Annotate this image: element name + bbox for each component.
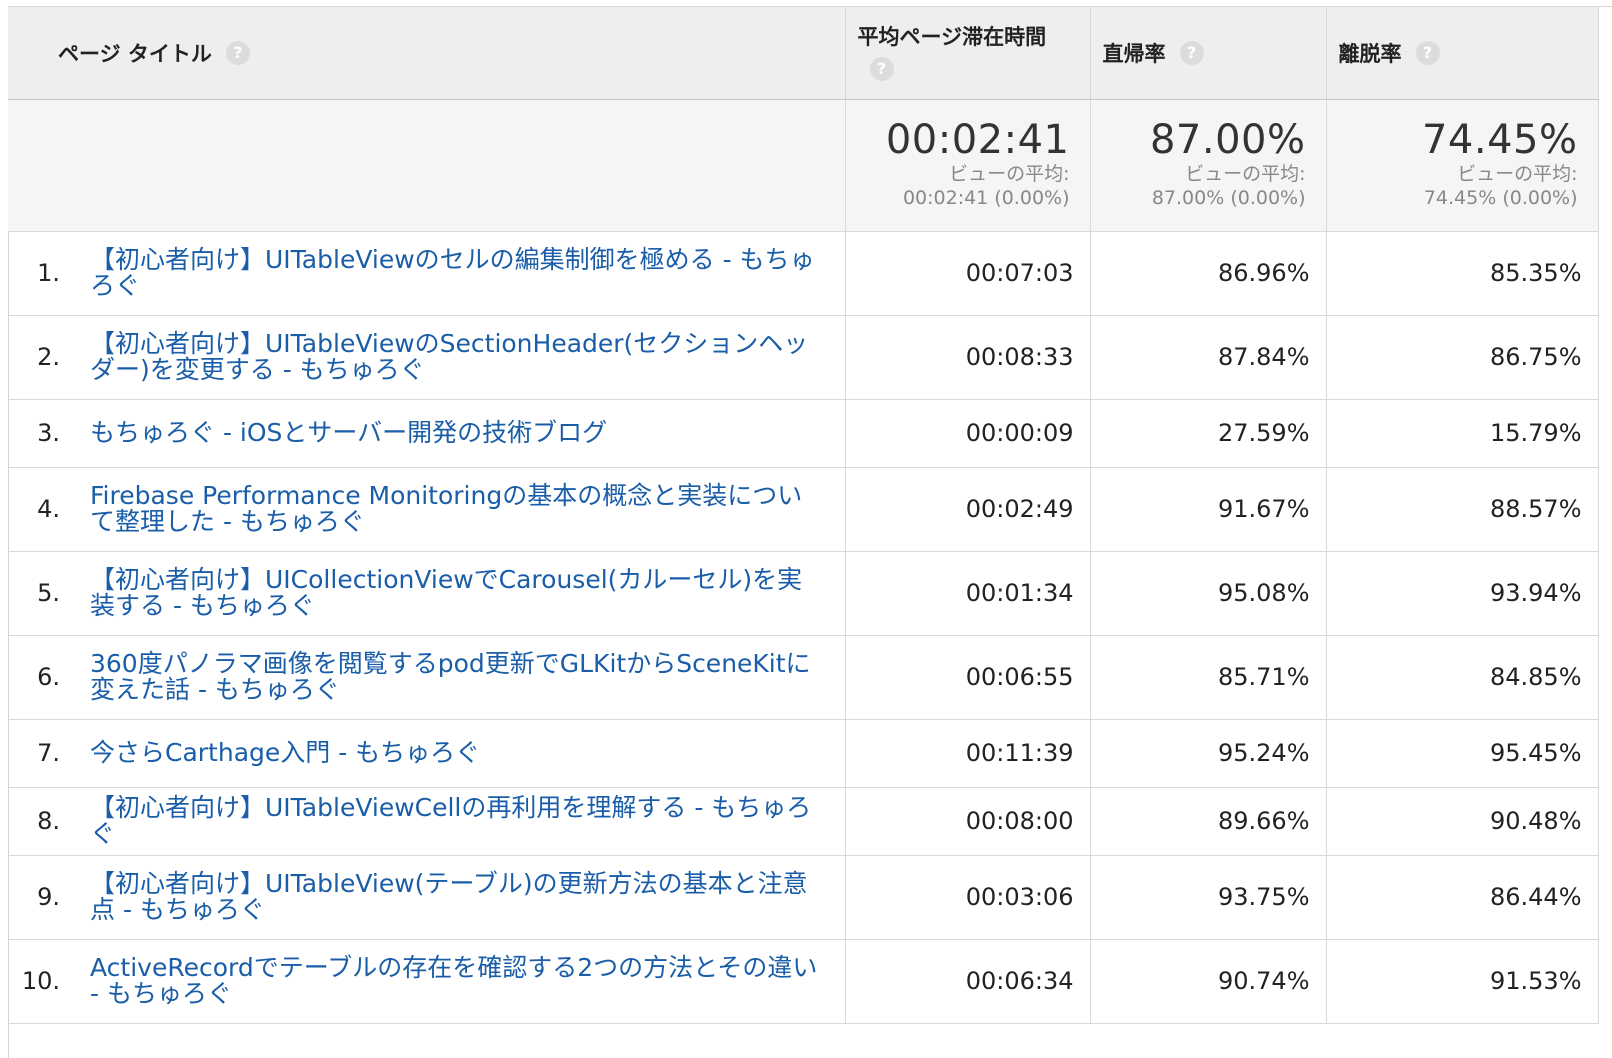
page-title-cell: 3. もちゅろぐ - iOSとサーバー開発の技術ブログ: [8, 399, 846, 468]
bounce-rate-cell: 91.67%: [1090, 467, 1327, 552]
summary-sub-label: ビューの平均:: [1185, 162, 1306, 185]
exit-rate-cell: 86.44%: [1326, 855, 1599, 940]
table-row: 7. 今さらCarthage入門 - もちゅろぐ 00:11:39 95.24% 95.…: [8, 719, 1599, 788]
row-index: 6.: [37, 663, 60, 691]
summary-avg-time: 00:02:41 ビューの平均: 00:02:41 (0.00%): [845, 99, 1091, 232]
table-row: 5. 【初心者向け】UICollectionViewでCarousel(カルーセル…: [8, 551, 1599, 636]
page-title-cell: 10. ActiveRecordでテーブルの存在を確認する2つの方法とその違い -…: [8, 939, 846, 1024]
avg-time-cell: 00:06:55: [845, 635, 1091, 720]
avg-time-cell: 00:03:06: [845, 855, 1091, 940]
avg-time-cell: 00:07:03: [845, 231, 1091, 316]
avg-time-cell: 00:06:34: [845, 939, 1091, 1024]
table-row: 1. 【初心者向け】UITableViewのセルの編集制御を極める - もちゅろぐ…: [8, 231, 1599, 316]
summary-bounce-rate: 87.00% ビューの平均: 87.00% (0.00%): [1090, 99, 1327, 232]
summary-sub-value: 87.00% (0.00%): [1151, 186, 1306, 209]
row-index: 2.: [37, 343, 60, 371]
table-row: 6. 360度パノラマ画像を閲覧するpod更新でGLKitからSceneKitに変…: [8, 635, 1599, 720]
table-row: 2. 【初心者向け】UITableViewのSectionHeader(セクション…: [8, 315, 1599, 400]
summary-sub-value: 74.45% (0.00%): [1423, 186, 1578, 209]
column-header-avg-time[interactable]: 平均ページ滞在時間 ?: [845, 7, 1091, 100]
bounce-rate-cell: 27.59%: [1090, 399, 1327, 468]
bounce-rate-cell: 85.71%: [1090, 635, 1327, 720]
summary-value: 74.45%: [1421, 116, 1578, 163]
column-header-exit-rate[interactable]: 離脱率?: [1326, 7, 1599, 100]
help-icon[interactable]: ?: [869, 57, 894, 81]
table-row: 10. ActiveRecordでテーブルの存在を確認する2つの方法とその違い -…: [8, 939, 1599, 1024]
page-title-link[interactable]: ActiveRecordでテーブルの存在を確認する2つの方法とその違い - もち…: [90, 955, 825, 1007]
column-header-bounce-rate[interactable]: 直帰率?: [1090, 7, 1327, 100]
analytics-report-table: ページ タイトル? 平均ページ滞在時間 ? 直帰率? 離脱率? 00:02:41…: [8, 7, 1599, 1024]
help-icon[interactable]: ?: [1415, 40, 1440, 65]
summary-value: 00:02:41: [885, 116, 1070, 163]
table-header-row: ページ タイトル? 平均ページ滞在時間 ? 直帰率? 離脱率?: [8, 7, 1599, 100]
row-index: 4.: [37, 495, 60, 523]
column-header-page-title[interactable]: ページ タイトル?: [8, 7, 846, 100]
avg-time-cell: 00:08:00: [845, 787, 1091, 856]
bounce-rate-cell: 95.24%: [1090, 719, 1327, 788]
table-row: 8. 【初心者向け】UITableViewCellの再利用を理解する - もちゅろ…: [8, 787, 1599, 856]
exit-rate-cell: 88.57%: [1326, 467, 1599, 552]
page-title-link[interactable]: 360度パノラマ画像を閲覧するpod更新でGLKitからSceneKitに変えた…: [90, 651, 825, 703]
avg-time-cell: 00:02:49: [845, 467, 1091, 552]
avg-time-cell: 00:01:34: [845, 551, 1091, 636]
avg-time-cell: 00:00:09: [845, 399, 1091, 468]
page-title-link[interactable]: 【初心者向け】UITableViewCellの再利用を理解する - もちゅろぐ: [90, 795, 825, 847]
page-title-cell: 1. 【初心者向け】UITableViewのセルの編集制御を極める - もちゅろぐ: [8, 231, 846, 316]
page-title-cell: 8. 【初心者向け】UITableViewCellの再利用を理解する - もちゅろ…: [8, 787, 846, 856]
bounce-rate-cell: 90.74%: [1090, 939, 1327, 1024]
exit-rate-cell: 90.48%: [1326, 787, 1599, 856]
summary-empty-cell: [8, 99, 846, 232]
page-title-cell: 5. 【初心者向け】UICollectionViewでCarousel(カルーセル…: [8, 551, 846, 636]
exit-rate-cell: 15.79%: [1326, 399, 1599, 468]
page-title-cell: 2. 【初心者向け】UITableViewのSectionHeader(セクション…: [8, 315, 846, 400]
exit-rate-cell: 85.35%: [1326, 231, 1599, 316]
column-header-label: 離脱率: [1338, 41, 1402, 66]
page-title-link[interactable]: 【初心者向け】UITableView(テーブル)の更新方法の基本と注意点 - も…: [90, 871, 825, 923]
page-title-link[interactable]: 【初心者向け】UITableViewのセルの編集制御を極める - もちゅろぐ: [90, 247, 825, 299]
row-index: 7.: [37, 739, 60, 767]
column-header-label: ページ タイトル: [58, 41, 212, 66]
row-index: 1.: [37, 259, 60, 287]
avg-time-cell: 00:11:39: [845, 719, 1091, 788]
exit-rate-cell: 95.45%: [1326, 719, 1599, 788]
row-index: 9.: [37, 883, 60, 911]
table-row: 4. Firebase Performance Monitoringの基本の概念と…: [8, 467, 1599, 552]
row-index: 5.: [37, 579, 60, 607]
summary-row: 00:02:41 ビューの平均: 00:02:41 (0.00%) 87.00%…: [8, 99, 1599, 232]
page-title-link[interactable]: 今さらCarthage入門 - もちゅろぐ: [90, 740, 825, 766]
page-title-cell: 4. Firebase Performance Monitoringの基本の概念と…: [8, 467, 846, 552]
summary-sub-value: 00:02:41 (0.00%): [902, 186, 1070, 209]
exit-rate-cell: 86.75%: [1326, 315, 1599, 400]
page-title-link[interactable]: もちゅろぐ - iOSとサーバー開発の技術ブログ: [90, 420, 825, 446]
bounce-rate-cell: 87.84%: [1090, 315, 1327, 400]
column-header-label: 平均ページ滞在時間: [857, 25, 1047, 49]
table-row: 9. 【初心者向け】UITableView(テーブル)の更新方法の基本と注意点 -…: [8, 855, 1599, 940]
help-icon[interactable]: ?: [225, 40, 250, 65]
page-title-cell: 6. 360度パノラマ画像を閲覧するpod更新でGLKitからSceneKitに変…: [8, 635, 846, 720]
summary-exit-rate: 74.45% ビューの平均: 74.45% (0.00%): [1326, 99, 1599, 232]
table-row: 3. もちゅろぐ - iOSとサーバー開発の技術ブログ 00:00:09 27.59%…: [8, 399, 1599, 468]
exit-rate-cell: 93.94%: [1326, 551, 1599, 636]
page-title-link[interactable]: 【初心者向け】UICollectionViewでCarousel(カルーセル)を…: [90, 567, 825, 619]
summary-sub-label: ビューの平均:: [1457, 162, 1578, 185]
row-index: 8.: [37, 807, 60, 835]
help-icon[interactable]: ?: [1179, 40, 1204, 65]
summary-sub-label: ビューの平均:: [949, 162, 1070, 185]
exit-rate-cell: 84.85%: [1326, 635, 1599, 720]
page-title-cell: 7. 今さらCarthage入門 - もちゅろぐ: [8, 719, 846, 788]
bounce-rate-cell: 95.08%: [1090, 551, 1327, 636]
bounce-rate-cell: 93.75%: [1090, 855, 1327, 940]
page-title-link[interactable]: Firebase Performance Monitoringの基本の概念と実装…: [90, 483, 825, 535]
page-title-link[interactable]: 【初心者向け】UITableViewのSectionHeader(セクションヘッ…: [90, 331, 825, 383]
column-header-label: 直帰率: [1102, 41, 1166, 66]
bounce-rate-cell: 86.96%: [1090, 231, 1327, 316]
page-title-cell: 9. 【初心者向け】UITableView(テーブル)の更新方法の基本と注意点 -…: [8, 855, 846, 940]
exit-rate-cell: 91.53%: [1326, 939, 1599, 1024]
summary-value: 87.00%: [1149, 116, 1306, 163]
row-index: 10.: [21, 967, 60, 995]
row-index: 3.: [37, 419, 60, 447]
bounce-rate-cell: 89.66%: [1090, 787, 1327, 856]
avg-time-cell: 00:08:33: [845, 315, 1091, 400]
